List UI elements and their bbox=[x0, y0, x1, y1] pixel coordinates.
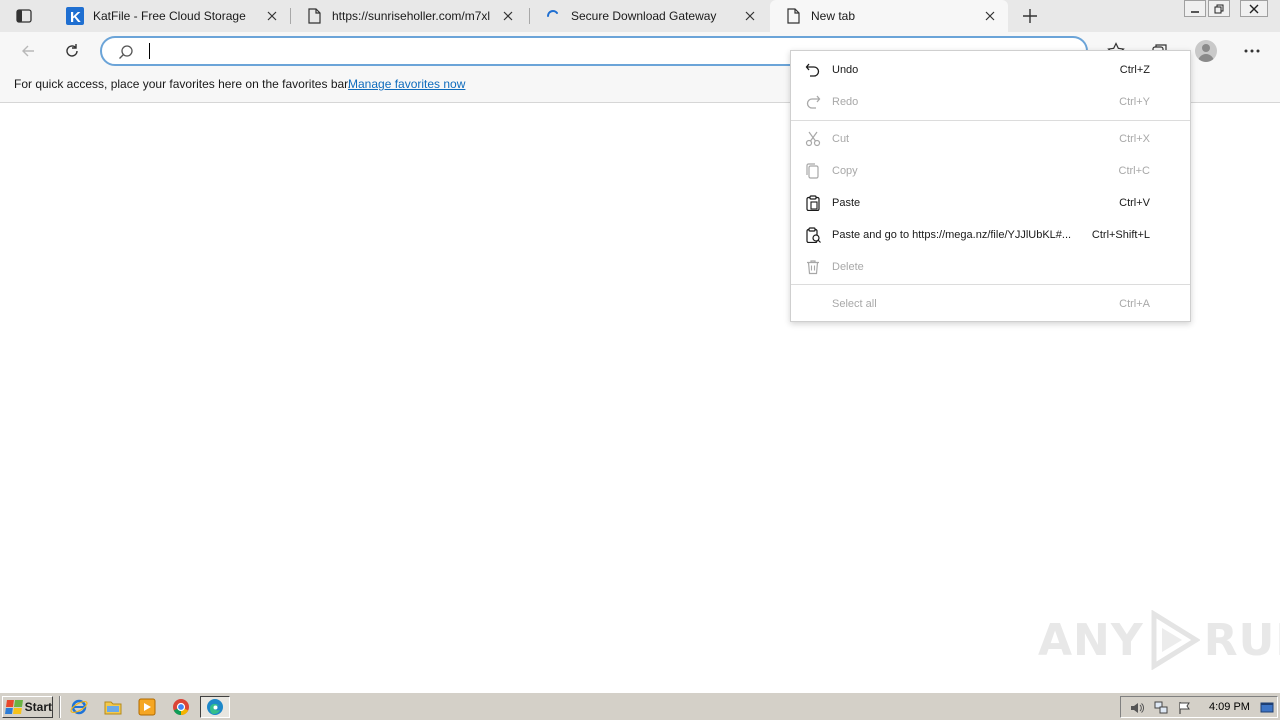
text-caret bbox=[149, 43, 150, 59]
more-dots-icon bbox=[1244, 49, 1260, 53]
menu-item-shortcut: Ctrl+Y bbox=[1119, 96, 1150, 108]
refresh-button[interactable] bbox=[58, 38, 86, 64]
page-icon bbox=[784, 7, 802, 25]
close-icon bbox=[1249, 4, 1259, 13]
plus-icon bbox=[1023, 9, 1037, 23]
start-button[interactable]: Start bbox=[2, 696, 53, 718]
tab-title: https://sunriseholler.com/m7xl bbox=[332, 9, 491, 23]
katfile-k-icon: K bbox=[66, 7, 84, 25]
menu-item-label: Copy bbox=[832, 165, 858, 177]
folder-icon bbox=[104, 701, 122, 715]
taskbar: Start 4:09 PM bbox=[0, 692, 1280, 720]
chrome-icon bbox=[173, 699, 189, 715]
tab-title: New tab bbox=[811, 9, 856, 23]
trash-icon bbox=[804, 258, 822, 276]
tab-katfile[interactable]: K KatFile - Free Cloud Storage bbox=[52, 0, 290, 32]
menu-item-label: Select all bbox=[832, 298, 877, 310]
clipboard-icon bbox=[804, 194, 822, 212]
close-window-button[interactable] bbox=[1240, 0, 1268, 17]
clock: 4:09 PM bbox=[1209, 701, 1250, 713]
menu-item-label: Delete bbox=[832, 261, 864, 273]
watermark-text-left: ANY bbox=[1038, 614, 1144, 666]
menu-item-shortcut: Ctrl+C bbox=[1118, 165, 1150, 177]
menu-item-label: Undo bbox=[832, 64, 859, 76]
explorer-launch-button[interactable] bbox=[102, 697, 124, 717]
tab-title: Secure Download Gateway bbox=[571, 9, 717, 23]
tab-strip: K KatFile - Free Cloud Storage https://s… bbox=[0, 0, 1280, 32]
tab-secure-download[interactable]: Secure Download Gateway bbox=[530, 0, 768, 32]
copy-icon bbox=[804, 162, 822, 180]
edge-taskbar-button[interactable] bbox=[200, 696, 230, 718]
menu-item-shortcut: Ctrl+Z bbox=[1119, 64, 1150, 76]
settings-menu-button[interactable] bbox=[1238, 38, 1266, 64]
menu-item-shortcut: Ctrl+V bbox=[1119, 197, 1150, 209]
new-tab-button[interactable] bbox=[1018, 5, 1042, 27]
paste-go-icon bbox=[804, 226, 822, 244]
menu-item-label: Cut bbox=[832, 133, 850, 145]
close-tab-icon[interactable] bbox=[498, 6, 518, 26]
menu-item-redo[interactable]: Redo Ctrl+Y bbox=[791, 85, 1190, 117]
edge-icon bbox=[207, 699, 223, 715]
show-desktop-icon[interactable] bbox=[1259, 700, 1275, 716]
restore-icon bbox=[1214, 4, 1224, 13]
ie-icon bbox=[70, 699, 88, 715]
svg-text:K: K bbox=[70, 9, 81, 25]
menu-separator bbox=[791, 284, 1190, 285]
favorites-bar-message: For quick access, place your favorites h… bbox=[14, 77, 351, 91]
menu-item-shortcut: Ctrl+Shift+L bbox=[1091, 229, 1150, 241]
loading-spinner-icon bbox=[544, 7, 562, 25]
menu-item-shortcut: Ctrl+X bbox=[1119, 133, 1150, 145]
start-label: Start bbox=[24, 700, 52, 714]
media-player-launch-button[interactable] bbox=[136, 697, 158, 717]
minimize-button[interactable] bbox=[1184, 0, 1206, 17]
windows-logo-icon bbox=[5, 700, 23, 714]
flag-icon[interactable] bbox=[1177, 700, 1193, 716]
close-tab-icon[interactable] bbox=[740, 6, 760, 26]
menu-item-copy[interactable]: Copy Ctrl+C bbox=[791, 154, 1190, 186]
media-player-icon bbox=[138, 698, 156, 716]
watermark-text-right: RUN bbox=[1203, 614, 1280, 666]
close-tab-icon[interactable] bbox=[980, 6, 1000, 26]
undo-icon bbox=[804, 61, 822, 79]
menu-item-cut[interactable]: Cut Ctrl+X bbox=[791, 122, 1190, 154]
scissors-icon bbox=[804, 130, 822, 148]
network-icon[interactable] bbox=[1153, 700, 1169, 716]
back-button[interactable] bbox=[14, 38, 42, 64]
menu-item-paste-and-go[interactable]: Paste and go to https://mega.nz/file/YJJ… bbox=[791, 218, 1190, 250]
page-icon bbox=[305, 7, 323, 25]
speaker-icon[interactable] bbox=[1129, 700, 1145, 716]
anyrun-watermark: ANY RUN bbox=[1038, 610, 1280, 670]
tab-sunriseholler[interactable]: https://sunriseholler.com/m7xl bbox=[291, 0, 529, 32]
tab-actions-icon bbox=[16, 9, 32, 23]
tab-actions-button[interactable] bbox=[10, 5, 38, 27]
refresh-icon bbox=[66, 44, 78, 57]
taskbar-separator bbox=[59, 696, 61, 718]
tab-title: KatFile - Free Cloud Storage bbox=[93, 9, 246, 23]
menu-item-undo[interactable]: Undo Ctrl+Z bbox=[791, 53, 1190, 85]
context-menu: Undo Ctrl+Z Redo Ctrl+Y Cut Ctrl+X Copy … bbox=[790, 50, 1191, 322]
menu-separator bbox=[791, 120, 1190, 121]
menu-item-select-all[interactable]: Select all Ctrl+A bbox=[791, 287, 1190, 319]
arrow-left-icon bbox=[22, 45, 34, 57]
restore-button[interactable] bbox=[1208, 0, 1230, 17]
menu-item-delete[interactable]: Delete bbox=[791, 250, 1190, 282]
profile-avatar[interactable] bbox=[1195, 40, 1217, 62]
menu-item-shortcut: Ctrl+A bbox=[1119, 298, 1150, 310]
menu-item-label: Paste and go to https://mega.nz/file/YJJ… bbox=[832, 229, 1072, 241]
tab-new-tab[interactable]: New tab bbox=[770, 0, 1008, 32]
chrome-launch-button[interactable] bbox=[170, 697, 192, 717]
menu-item-label: Paste bbox=[832, 197, 861, 209]
minimize-icon bbox=[1191, 10, 1199, 13]
menu-item-paste[interactable]: Paste Ctrl+V bbox=[791, 186, 1190, 218]
system-tray: 4:09 PM bbox=[1120, 696, 1278, 718]
search-icon bbox=[118, 44, 134, 65]
ie-launch-button[interactable] bbox=[68, 697, 90, 717]
play-triangle-icon bbox=[1151, 610, 1200, 670]
close-tab-icon[interactable] bbox=[262, 6, 282, 26]
menu-item-label: Redo bbox=[832, 96, 859, 108]
manage-favorites-link[interactable]: Manage favorites now bbox=[348, 77, 465, 91]
redo-icon bbox=[804, 93, 822, 111]
